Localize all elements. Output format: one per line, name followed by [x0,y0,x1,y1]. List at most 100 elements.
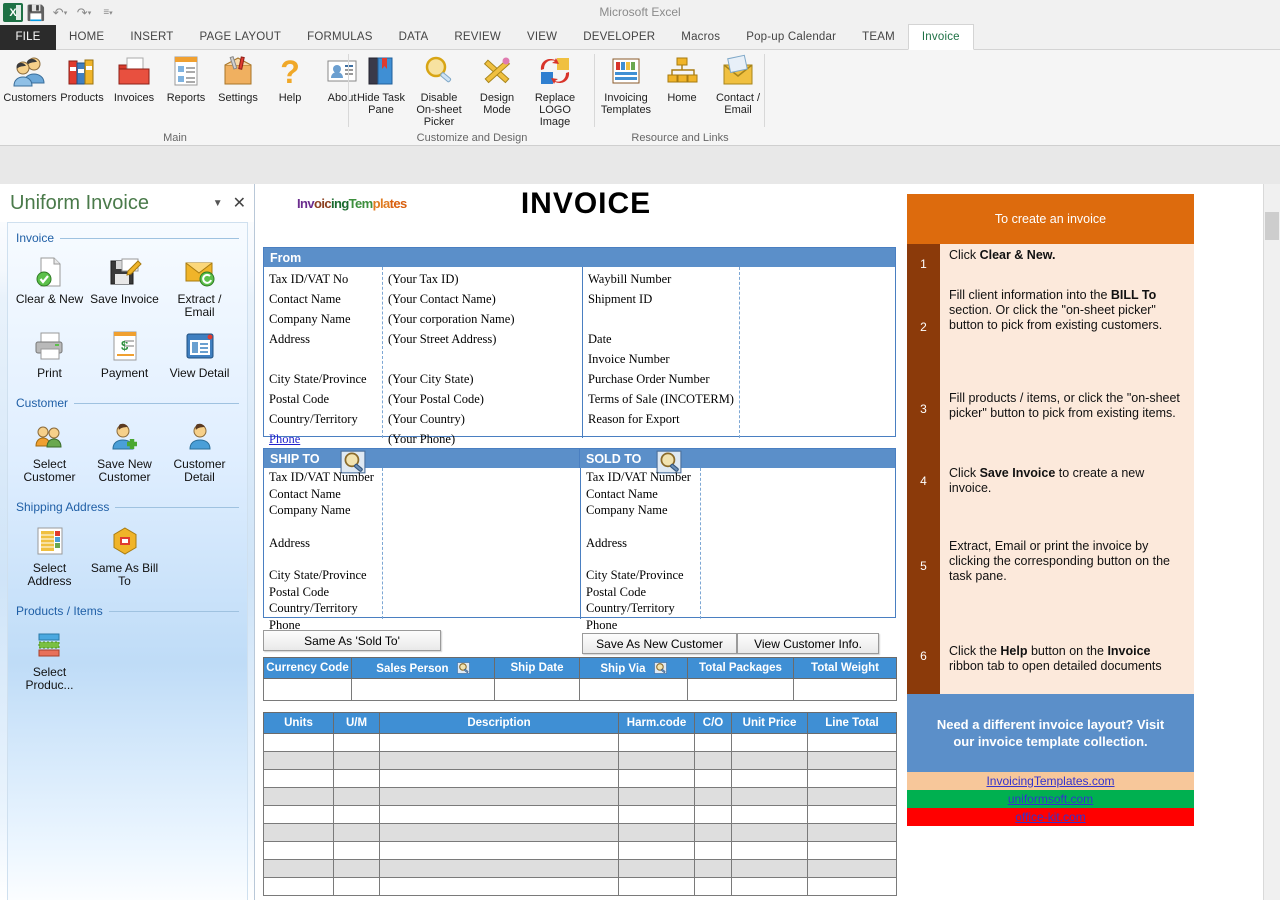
ribbon-button-invoices[interactable]: Invoices [108,53,160,104]
field-value[interactable]: (Your Country) [388,409,578,429]
item-cell[interactable] [264,788,334,806]
ribbon-tab-invoice[interactable]: Invoice [908,24,974,50]
task-pane-button-customer-detail[interactable]: Customer Detail [162,416,237,490]
item-cell[interactable] [619,752,695,770]
ribbon-tab-macros[interactable]: Macros [668,25,733,50]
ribbon-tab-data[interactable]: DATA [386,25,442,50]
item-cell[interactable] [264,878,334,896]
item-cell[interactable] [619,770,695,788]
item-cell[interactable] [619,806,695,824]
item-cell[interactable] [264,734,334,752]
item-cell[interactable] [619,824,695,842]
ribbon-button-replace-logo-image[interactable]: Replace LOGO Image [526,53,584,128]
item-cell[interactable] [732,806,808,824]
cell-currency-code[interactable] [264,679,352,701]
customize-qat-icon[interactable]: ≡▾ [97,2,119,24]
item-cell[interactable] [732,878,808,896]
field-value[interactable]: (Your Contact Name) [388,289,578,309]
on-sheet-picker-icon[interactable] [654,662,667,674]
on-sheet-picker-icon[interactable] [457,662,470,674]
item-cell[interactable] [808,770,897,788]
item-cell[interactable] [732,734,808,752]
task-pane-button-same-as-bill-to[interactable]: Same As Bill To [87,520,162,594]
chevron-down-icon[interactable]: ▼ [213,198,223,209]
ribbon-button-help[interactable]: ? Help [264,53,316,104]
ribbon-tab-view[interactable]: VIEW [514,25,570,50]
ribbon-button-reports[interactable]: Reports [160,53,212,104]
field-value[interactable]: (Your City State) [388,369,578,389]
item-cell[interactable] [695,806,732,824]
ribbon-tab-team[interactable]: TEAM [849,25,908,50]
view-customer-info-button[interactable]: View Customer Info. [737,633,879,654]
task-pane-button-select-customer[interactable]: Select Customer [12,416,87,490]
item-cell[interactable] [695,752,732,770]
cell-total-packages[interactable] [688,679,794,701]
item-cell[interactable] [380,752,619,770]
item-cell[interactable] [380,824,619,842]
item-cell[interactable] [334,770,380,788]
task-pane-button-save-new-customer[interactable]: Save New Customer [87,416,162,490]
task-pane-button-select-address[interactable]: Select Address [12,520,87,594]
item-cell[interactable] [732,824,808,842]
item-cell[interactable] [695,824,732,842]
vertical-scrollbar[interactable] [1263,184,1280,900]
link-invoicingtemplates[interactable]: InvoicingTemplates.com [986,774,1114,788]
cell-sales-person[interactable] [352,679,495,701]
task-pane-button-print[interactable]: Print [12,325,87,386]
item-cell[interactable] [334,860,380,878]
link-office-kit[interactable]: office-kit.com [1015,810,1085,824]
item-cell[interactable] [732,860,808,878]
ribbon-button-customers[interactable]: Customers [4,53,56,104]
same-as-sold-to-button[interactable]: Same As 'Sold To' [263,630,441,651]
item-cell[interactable] [808,824,897,842]
item-cell[interactable] [334,824,380,842]
item-cell[interactable] [695,860,732,878]
cell-total-weight[interactable] [794,679,897,701]
item-cell[interactable] [334,734,380,752]
item-cell[interactable] [808,734,897,752]
item-cell[interactable] [619,878,695,896]
item-cell[interactable] [334,842,380,860]
item-cell[interactable] [619,788,695,806]
item-cell[interactable] [808,842,897,860]
ribbon-tab-review[interactable]: REVIEW [441,25,514,50]
item-cell[interactable] [695,788,732,806]
item-cell[interactable] [264,824,334,842]
undo-icon[interactable]: ↶▾ [49,2,71,24]
item-cell[interactable] [732,842,808,860]
item-cell[interactable] [380,842,619,860]
ribbon-button-invoicing-templates[interactable]: Invoicing Templates [598,53,654,116]
item-cell[interactable] [334,806,380,824]
ribbon-tab-home[interactable]: HOME [56,25,117,50]
save-as-new-customer-button[interactable]: Save As New Customer [582,633,737,654]
link-uniformsoft[interactable]: uniformsoft.com [1008,792,1093,806]
task-pane-button-clear-and-new[interactable]: Clear & New [12,251,87,325]
cell-ship-via[interactable] [580,679,688,701]
item-cell[interactable] [380,788,619,806]
item-cell[interactable] [732,770,808,788]
item-cell[interactable] [264,770,334,788]
task-pane-button-extract-email[interactable]: Extract / Email [162,251,237,325]
item-cell[interactable] [695,878,732,896]
ribbon-tab-file[interactable]: FILE [0,25,56,50]
scrollbar-thumb[interactable] [1265,212,1279,240]
field-value[interactable]: (Your Street Address) [388,329,578,349]
item-cell[interactable] [808,860,897,878]
item-cell[interactable] [808,752,897,770]
ribbon-tab-page-layout[interactable]: PAGE LAYOUT [186,25,294,50]
ribbon-button-contact-email[interactable]: Contact / Email [710,53,766,116]
close-icon[interactable]: ✕ [233,193,246,213]
task-pane-button-payment[interactable]: $ Payment [87,325,162,386]
ribbon-button-settings[interactable]: Settings [212,53,264,104]
item-cell[interactable] [380,806,619,824]
item-cell[interactable] [808,806,897,824]
save-icon[interactable]: 💾 [25,2,47,24]
ribbon-tab-formulas[interactable]: FORMULAS [294,25,386,50]
ribbon-tab-developer[interactable]: DEVELOPER [570,25,668,50]
item-cell[interactable] [619,842,695,860]
item-cell[interactable] [334,878,380,896]
field-value[interactable]: (Your Postal Code) [388,389,578,409]
ribbon-button-home[interactable]: Home [654,53,710,104]
field-value[interactable]: (Your corporation Name) [388,309,578,329]
ribbon-tab-pop-up-calendar[interactable]: Pop-up Calendar [733,25,849,50]
